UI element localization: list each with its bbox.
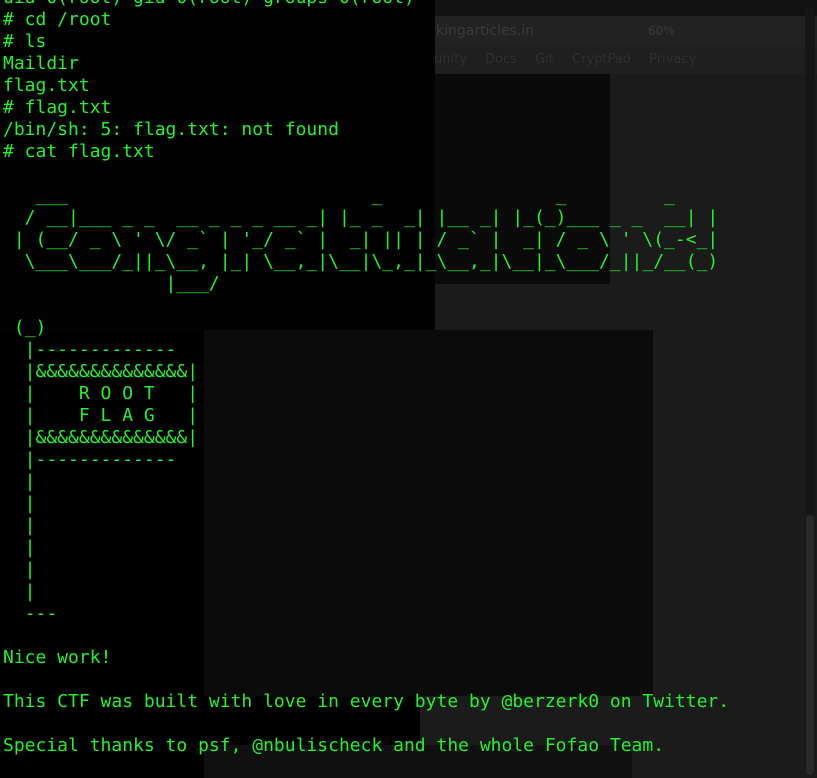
terminal-line: Special thanks to psf, @nbulischeck and … xyxy=(3,735,665,756)
flag-art-line: (_) xyxy=(3,317,47,338)
terminal-line: Maildir xyxy=(3,53,79,74)
terminal-line: # flag.txt xyxy=(3,97,112,118)
ascii-art-line: |___/ xyxy=(3,273,220,294)
flag-art-line: |&&&&&&&&&&&&&&| xyxy=(3,361,199,382)
terminal-line: uid=0(root) gid=0(root) groups=0(root) xyxy=(3,0,729,9)
flag-art-line: | F L A G | xyxy=(3,405,199,426)
terminal-line: This CTF was built with love in every by… xyxy=(3,691,730,712)
flag-art-line: | xyxy=(3,537,36,558)
flag-art-line: | xyxy=(3,493,36,514)
ascii-art-line: / __|___ _ _ __ _ _ _ __ _| |_ _ _| |__ … xyxy=(3,207,719,228)
terminal-line: # cat flag.txt xyxy=(3,141,155,162)
ascii-art-line: ___ _ _ _ xyxy=(3,185,675,206)
flag-art-line: | xyxy=(3,581,36,602)
flag-art-line: | R O O T | xyxy=(3,383,199,404)
terminal-line: /bin/sh: 5: flag.txt: not found xyxy=(3,119,339,140)
terminal-line: # ls xyxy=(3,31,47,52)
browser-scrollbar-thumb xyxy=(806,515,814,775)
ascii-art-line: \___\___/_||_\__, |_| \__,_|\__|\_,_|_\_… xyxy=(3,251,719,272)
flag-art-line: | xyxy=(3,471,36,492)
terminal-line: Nice work! xyxy=(3,647,112,668)
flag-art-line: | xyxy=(3,559,36,580)
flag-art-line: --- xyxy=(3,603,58,624)
terminal-line: # cd /root xyxy=(3,9,112,30)
flag-art-line: | xyxy=(3,515,36,536)
terminal-output[interactable]: uid=0(root) gid=0(root) groups=0(root)# … xyxy=(3,0,729,778)
desktop-screen: kingarticles.in 60% unity Docs Git Crypt… xyxy=(0,0,817,778)
ascii-art-line: | (__/ _ \ ' \/ _` | '_/ _` | _| || | / … xyxy=(3,229,719,250)
flag-art-line: |&&&&&&&&&&&&&&| xyxy=(3,427,199,448)
terminal-line: flag.txt xyxy=(3,75,90,96)
flag-art-line: |------------- xyxy=(3,449,177,470)
flag-art-line: |------------- xyxy=(3,339,177,360)
